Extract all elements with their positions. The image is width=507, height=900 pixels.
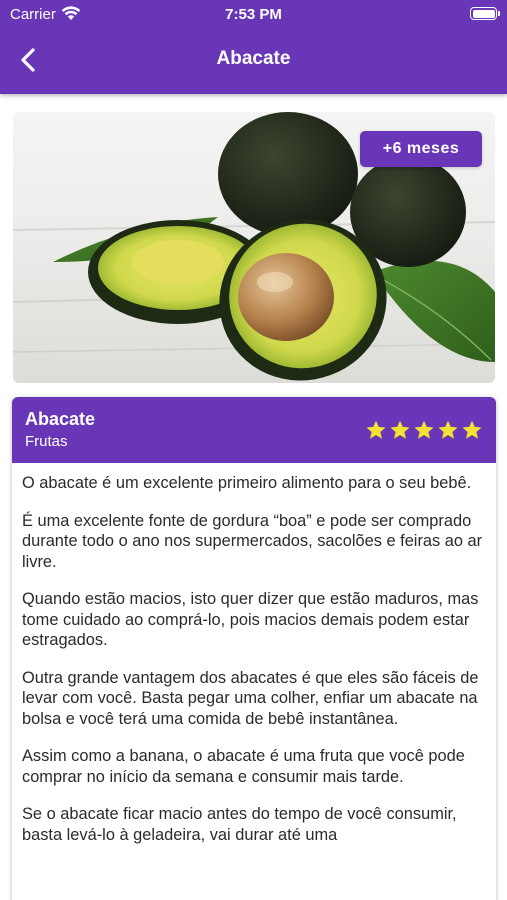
- card-title: Abacate: [25, 409, 96, 429]
- star-icon: [366, 420, 386, 439]
- page-title: Abacate: [216, 48, 291, 69]
- star-icon: [390, 420, 410, 439]
- card-description: O abacate é um excelente primeiro alimen…: [12, 463, 496, 845]
- status-time: 7:53 PM: [225, 6, 282, 23]
- star-icon: [462, 420, 482, 439]
- star-icon: [438, 420, 458, 439]
- description-paragraph: Outra grande vantagem dos abacates é que…: [22, 668, 479, 728]
- description-paragraph: É uma excelente fonte de gordura “boa” e…: [22, 511, 483, 571]
- battery-icon: [470, 7, 500, 20]
- app-bar: Carrier 7:53 PM Abacate: [0, 0, 507, 94]
- card-category: Frutas: [25, 433, 68, 450]
- food-info-card: Abacate Frutas O abacate é um excelente …: [12, 397, 496, 900]
- age-badge: +6 meses: [360, 131, 482, 167]
- star-icon: [414, 420, 434, 439]
- star-rating: [365, 419, 483, 441]
- card-header: Abacate Frutas: [12, 397, 496, 463]
- description-paragraph: O abacate é um excelente primeiro alimen…: [22, 474, 472, 492]
- description-paragraph: Quando estão macios, isto quer dizer que…: [22, 590, 479, 649]
- description-paragraph: Se o abacate ficar macio antes do tempo …: [22, 805, 457, 844]
- description-paragraph: Assim como a banana, o abacate é uma fru…: [22, 747, 465, 786]
- status-bar: Carrier 7:53 PM: [0, 0, 507, 28]
